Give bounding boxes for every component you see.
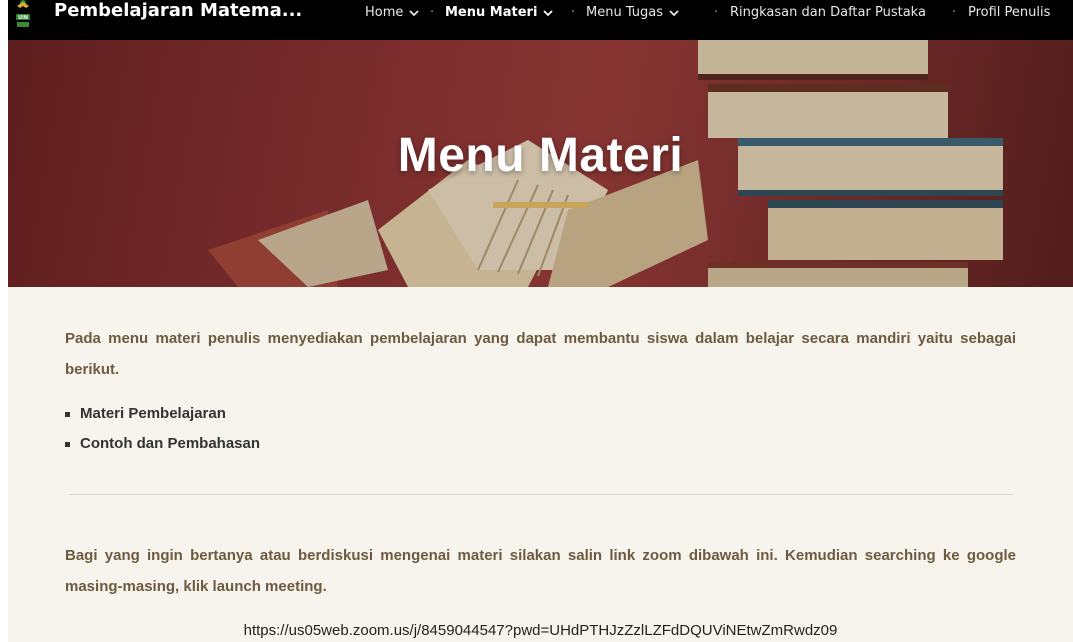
section-divider — [69, 494, 1013, 495]
bullet-icon — [65, 441, 70, 447]
nav-profil-penulis[interactable]: Profil Penulis — [968, 4, 1050, 22]
list-item[interactable]: Contoh dan Pembahasan — [65, 429, 260, 459]
title-underline — [493, 202, 589, 208]
list-item-label: Contoh dan Pembahasan — [80, 435, 261, 452]
nav-menu-materi-label: Menu Materi — [445, 5, 538, 20]
nav-menu-tugas[interactable]: Menu Tugas — [586, 4, 680, 22]
main-content: Pada menu materi penulis menyediakan pem… — [8, 287, 1073, 642]
bullet-icon — [65, 411, 70, 417]
zoom-link[interactable]: https://us05web.zoom.us/j/8459044547?pwd… — [8, 621, 1073, 641]
nav-ringkasan[interactable]: Ringkasan dan Daftar Pustaka — [730, 4, 926, 22]
nav-menu-materi[interactable]: Menu Materi — [445, 4, 554, 22]
nav-ringkasan-label: Ringkasan dan Daftar Pustaka — [730, 5, 926, 20]
list-item-label: Materi Pembelajaran — [80, 405, 226, 422]
chevron-down-icon — [669, 10, 679, 17]
page-title: Menu Materi — [397, 129, 684, 182]
hero-banner: Menu Materi — [8, 40, 1073, 287]
intro-paragraph: Pada menu materi penulis menyediakan pem… — [65, 330, 1016, 378]
nav-home-label: Home — [365, 5, 404, 20]
nav-separator: · — [571, 5, 576, 20]
list-item[interactable]: Materi Pembelajaran — [65, 399, 260, 429]
main-nav: Home · Menu Materi · Menu Tugas · Ringka… — [8, 0, 1073, 26]
top-navigation-bar: UIN Pembelajaran Matema... Home · Menu M… — [8, 0, 1073, 40]
materi-list: Materi Pembelajaran Contoh dan Pembahasa… — [65, 399, 260, 459]
nav-separator: · — [430, 5, 435, 20]
nav-profil-penulis-label: Profil Penulis — [968, 5, 1051, 20]
nav-home[interactable]: Home — [365, 4, 420, 22]
discussion-paragraph: Bagi yang ingin bertanya atau berdiskusi… — [65, 547, 1016, 595]
chevron-down-icon — [409, 10, 420, 17]
nav-menu-tugas-label: Menu Tugas — [586, 5, 664, 20]
nav-separator: · — [952, 5, 957, 20]
chevron-down-icon — [543, 10, 554, 17]
nav-separator: · — [714, 5, 719, 20]
